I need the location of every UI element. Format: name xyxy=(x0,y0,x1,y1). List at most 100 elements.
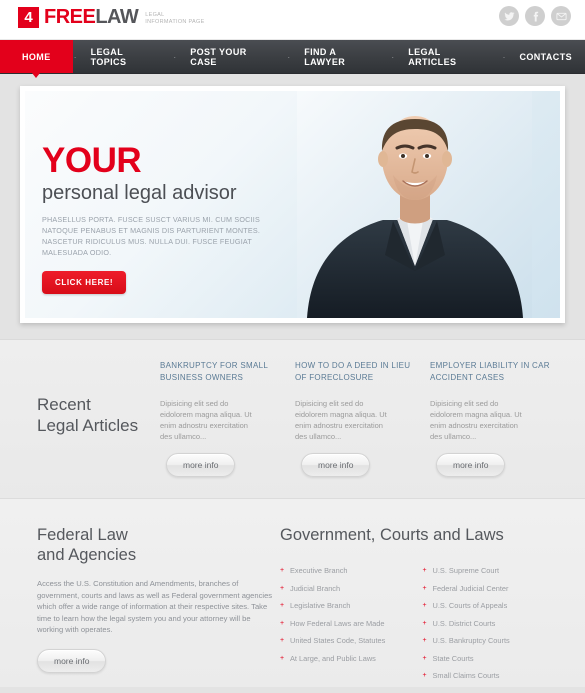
government-list-left: + Executive Branch + Judicial Branch + Legi… xyxy=(280,565,423,688)
list-item[interactable]: + How Federal Laws are Made xyxy=(280,618,423,629)
nav-item-contacts-label: CONTACTS xyxy=(519,51,572,62)
bullet-icon: + xyxy=(422,672,427,679)
bullet-icon: + xyxy=(422,654,427,662)
list-item-label: United States Code, Statutes xyxy=(290,636,386,645)
list-item-label: U.S. District Courts xyxy=(432,618,496,628)
bullet-icon: + xyxy=(422,584,427,592)
list-item[interactable]: + United States Code, Statutes xyxy=(280,635,423,646)
recent-articles-section: Recent Legal Articles BANKRUPTCY FOR SMA… xyxy=(0,339,585,498)
logo-badge: 4 xyxy=(18,7,39,28)
article-excerpt: Dipisicing elit sed do eidolorem magna a… xyxy=(160,399,252,441)
list-item-label: At Large, and Public Laws xyxy=(290,653,376,663)
government-list-right: + U.S. Supreme Court + Federal Judicial Ce… xyxy=(423,565,566,688)
federal-law-column: Federal Law and Agencies Access the U.S.… xyxy=(20,525,280,687)
recent-articles-heading-line1: Recent xyxy=(37,395,91,414)
article-action: more info xyxy=(295,453,416,477)
article-card: HOW TO DO A DEED IN LIEU OF FORECLOSURE … xyxy=(295,360,430,477)
bullet-icon: + xyxy=(422,567,427,574)
article-excerpt: Dipisicing elit sed do eidolorem magna a… xyxy=(295,399,387,441)
list-item[interactable]: + Judicial Branch xyxy=(280,583,423,594)
government-column: Government, Courts and Laws + Executive B… xyxy=(280,525,565,687)
list-item-label: Federal Judicial Center xyxy=(432,583,509,593)
list-item[interactable]: + U.S. Bankruptcy Courts xyxy=(423,635,566,646)
twitter-icon[interactable] xyxy=(499,6,519,26)
bottom-section: Federal Law and Agencies Access the U.S.… xyxy=(0,498,585,687)
article-card: EMPLOYER LIABILITY IN CAR ACCIDENT CASES… xyxy=(430,360,565,477)
list-item-label: Executive Branch xyxy=(290,566,348,575)
more-info-button[interactable]: more info xyxy=(301,453,371,477)
nav-item-home[interactable]: HOME xyxy=(0,40,73,78)
article-title[interactable]: BANKRUPTCY FOR SMALL BUSINESS OWNERS xyxy=(160,360,281,384)
list-item-label: U.S. Supreme Court xyxy=(432,566,500,575)
social-links xyxy=(499,6,571,26)
nav-item-legal-articles-label: LEGAL ARTICLES xyxy=(408,46,457,67)
bullet-icon: + xyxy=(422,602,427,609)
federal-law-heading-line1: Federal Law xyxy=(37,526,128,544)
list-item[interactable]: + U.S. Courts of Appeals xyxy=(423,600,566,611)
hero-copy: YOUR personal legal advisor PHASELLUS PO… xyxy=(42,143,277,294)
hero-cta-button[interactable]: CLICK HERE! xyxy=(42,271,127,294)
nav-item-post-your-case[interactable]: POST YOUR CASE xyxy=(177,40,286,73)
list-item[interactable]: + Small Claims Courts xyxy=(423,670,566,681)
bullet-icon: + xyxy=(280,584,285,592)
list-item[interactable]: + Executive Branch xyxy=(280,565,423,576)
list-item-label: State Courts xyxy=(432,653,474,663)
main-navigation: HOME · LEGAL TOPICS · POST YOUR CASE · F… xyxy=(0,40,585,78)
bullet-icon: + xyxy=(422,637,427,644)
nav-active-caret-icon xyxy=(32,73,41,78)
email-icon[interactable] xyxy=(551,6,571,26)
list-item-label: U.S. Bankruptcy Courts xyxy=(432,636,510,645)
nav-item-find-a-lawyer[interactable]: FIND A LAWYER xyxy=(291,40,390,73)
more-info-button[interactable]: more info xyxy=(166,453,236,477)
more-info-button[interactable]: more info xyxy=(436,453,506,477)
more-info-button[interactable]: more info xyxy=(37,648,107,673)
bullet-icon: + xyxy=(422,619,427,627)
hero-description: PHASELLUS PORTA. FUSCE SUSCT VARIUS MI. … xyxy=(42,215,261,257)
article-excerpt: Dipisicing elit sed do eidolorem magna a… xyxy=(430,399,522,441)
nav-item-legal-topics[interactable]: LEGAL TOPICS xyxy=(78,40,173,73)
federal-law-heading: Federal Law and Agencies xyxy=(37,525,280,565)
nav-item-legal-articles[interactable]: LEGAL ARTICLES xyxy=(395,40,501,73)
article-action: more info xyxy=(430,453,551,477)
nav-item-contacts[interactable]: CONTACTS xyxy=(506,40,585,73)
list-item[interactable]: + U.S. District Courts xyxy=(423,618,566,629)
list-item-label: How Federal Laws are Made xyxy=(290,618,385,628)
recent-articles-heading: Recent Legal Articles xyxy=(20,360,160,476)
bullet-icon: + xyxy=(280,619,285,627)
facebook-icon[interactable] xyxy=(525,6,545,26)
article-title[interactable]: HOW TO DO A DEED IN LIEU OF FORECLOSURE xyxy=(295,360,416,384)
federal-law-heading-line2: and Agencies xyxy=(37,546,137,564)
bullet-icon: + xyxy=(280,654,285,662)
recent-articles-heading-line2: Legal Articles xyxy=(37,416,139,435)
nav-item-find-a-lawyer-label: FIND A LAWYER xyxy=(304,46,346,67)
list-item[interactable]: + At Large, and Public Laws xyxy=(280,653,423,664)
hero-title: YOUR xyxy=(42,141,142,180)
bullet-icon: + xyxy=(280,637,285,644)
federal-law-body: Access the U.S. Constitution and Amendme… xyxy=(37,579,273,634)
article-action: more info xyxy=(160,453,281,477)
nav-item-post-your-case-label: POST YOUR CASE xyxy=(190,46,247,67)
article-title[interactable]: EMPLOYER LIABILITY IN CAR ACCIDENT CASES xyxy=(430,360,551,384)
government-heading: Government, Courts and Laws xyxy=(280,526,504,544)
logo-tagline-line1: LEGAL xyxy=(145,12,165,18)
hero-subtitle: personal legal advisor xyxy=(42,182,237,204)
list-item-label: Small Claims Courts xyxy=(432,671,500,680)
bullet-icon: + xyxy=(280,567,285,574)
list-item-label: Judicial Branch xyxy=(290,583,341,593)
hero-banner: YOUR personal legal advisor PHASELLUS PO… xyxy=(20,86,565,323)
bullet-icon: + xyxy=(280,602,285,609)
list-item[interactable]: + Federal Judicial Center xyxy=(423,583,566,594)
nav-item-legal-topics-label: LEGAL TOPICS xyxy=(90,46,127,67)
site-header: 4 FREE LAW LEGAL INFORMATION PAGE xyxy=(0,0,585,40)
list-item[interactable]: + U.S. Supreme Court xyxy=(423,565,566,576)
government-link-lists: + Executive Branch + Judicial Branch + Legi… xyxy=(280,565,565,688)
site-logo[interactable]: 4 FREE LAW LEGAL INFORMATION PAGE xyxy=(18,6,205,29)
article-card: BANKRUPTCY FOR SMALL BUSINESS OWNERS Dip… xyxy=(160,360,295,477)
hero-photo xyxy=(297,91,532,318)
page-root: 4 FREE LAW LEGAL INFORMATION PAGE HOME ·… xyxy=(0,0,585,693)
logo-text-free: FREE xyxy=(44,6,96,28)
logo-tagline: LEGAL INFORMATION PAGE xyxy=(145,9,204,26)
list-item[interactable]: + Legislative Branch xyxy=(280,600,423,611)
list-item[interactable]: + State Courts xyxy=(423,653,566,664)
hero-section: YOUR personal legal advisor PHASELLUS PO… xyxy=(0,74,585,339)
